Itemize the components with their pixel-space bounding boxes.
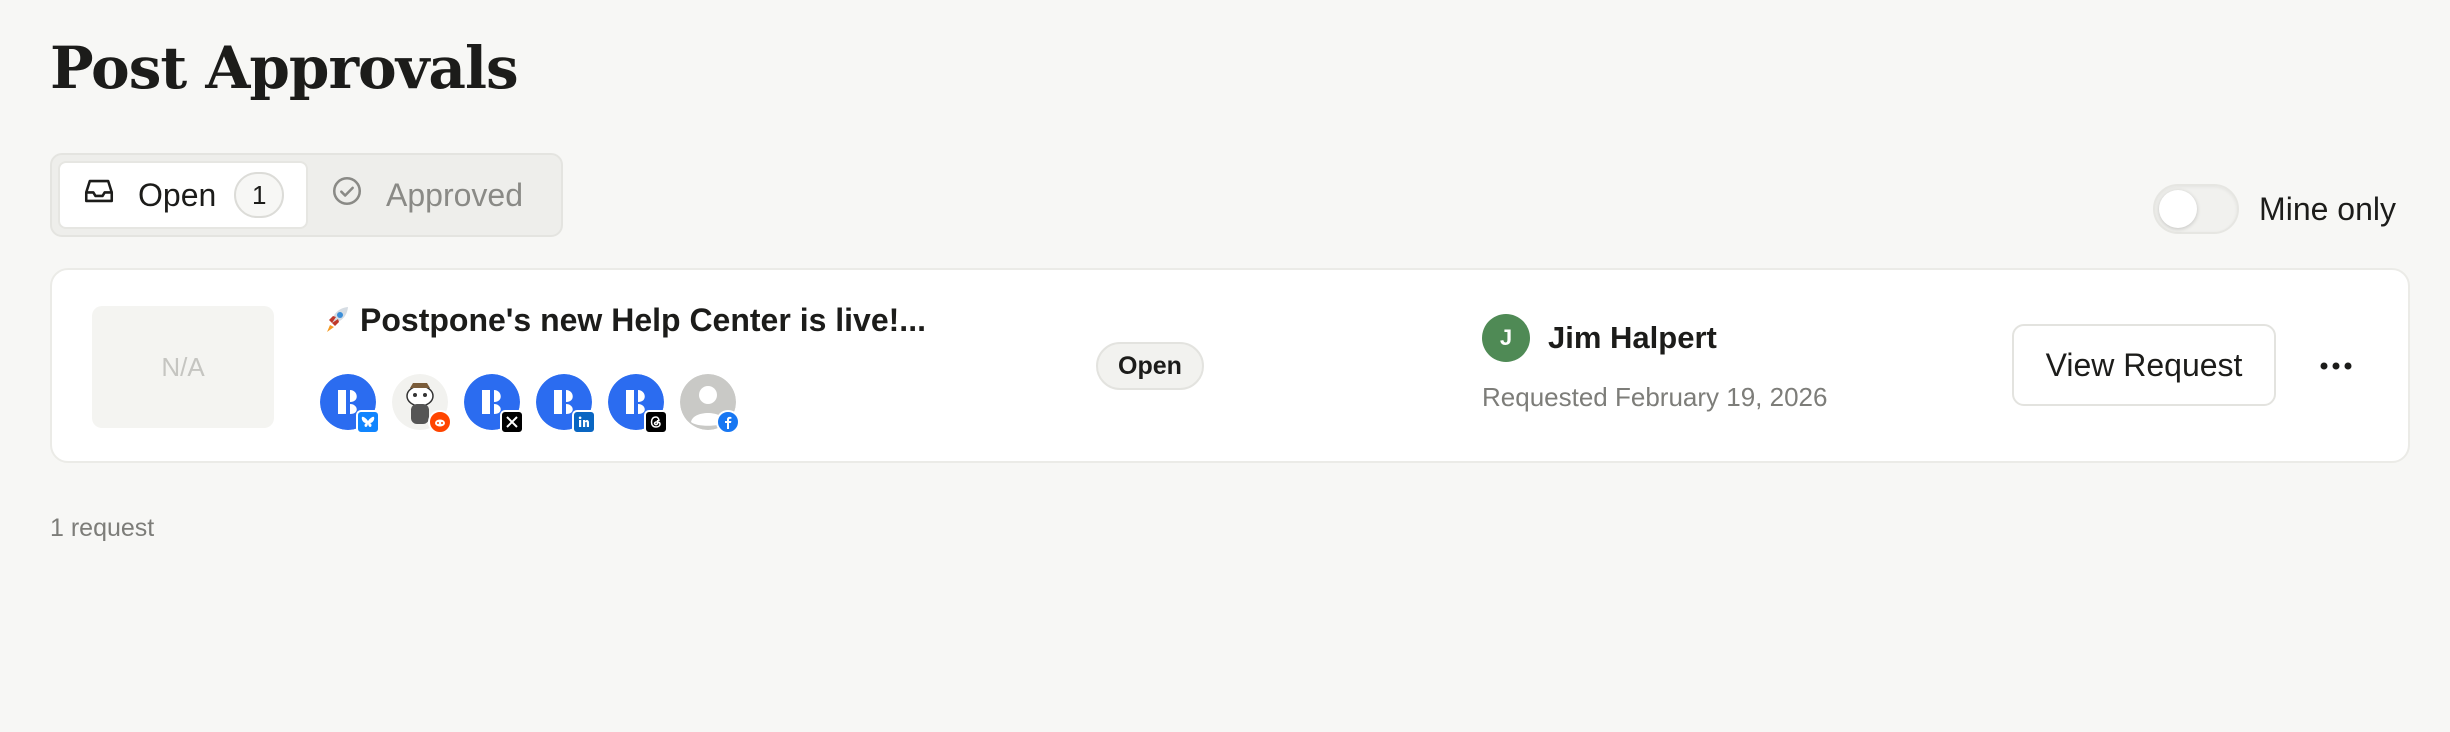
x-icon bbox=[500, 410, 524, 434]
mine-only-filter: Mine only bbox=[2153, 184, 2396, 234]
toggle-knob bbox=[2159, 190, 2198, 228]
mine-only-label: Mine only bbox=[2259, 190, 2396, 227]
account-reddit bbox=[392, 374, 452, 434]
post-title[interactable]: Postpone's new Help Center is live!... bbox=[320, 302, 926, 339]
requester-name: Jim Halpert bbox=[1548, 320, 1717, 355]
requested-date: Requested February 19, 2026 bbox=[1482, 382, 1828, 412]
request-count: 1 request bbox=[50, 514, 155, 542]
post-thumbnail: N/A bbox=[92, 306, 274, 428]
facebook-icon bbox=[716, 410, 740, 434]
linkedin-icon bbox=[572, 410, 596, 434]
post-title-text: Postpone's new Help Center is live!... bbox=[360, 302, 926, 338]
tab-open[interactable]: Open 1 bbox=[58, 161, 308, 229]
rocket-icon bbox=[320, 303, 352, 335]
account-threads bbox=[608, 374, 668, 434]
status-tabs: Open 1 Approved bbox=[50, 153, 563, 237]
requester: J Jim Halpert bbox=[1482, 314, 1717, 362]
view-request-button[interactable]: View Request bbox=[2012, 324, 2276, 406]
approval-request-card[interactable]: N/A Postpone's new Help Center is live!.… bbox=[50, 268, 2410, 463]
mine-only-toggle[interactable] bbox=[2153, 184, 2240, 234]
avatar: J bbox=[1482, 314, 1530, 362]
reddit-icon bbox=[428, 410, 452, 434]
account-x bbox=[464, 374, 524, 434]
threads-icon bbox=[644, 410, 668, 434]
check-circle-icon bbox=[330, 174, 364, 216]
more-options-button[interactable] bbox=[2308, 344, 2364, 388]
account-linkedin bbox=[536, 374, 596, 434]
bluesky-icon bbox=[356, 410, 380, 434]
page-title: Post Approvals bbox=[50, 34, 519, 102]
status-badge: Open bbox=[1096, 342, 1204, 390]
tab-open-count-badge: 1 bbox=[234, 172, 285, 218]
tab-approved[interactable]: Approved bbox=[308, 161, 523, 229]
account-facebook bbox=[680, 374, 740, 434]
social-accounts bbox=[320, 374, 752, 434]
tab-approved-label: Approved bbox=[386, 176, 523, 213]
inbox-icon bbox=[82, 174, 116, 216]
tab-open-label: Open bbox=[138, 176, 217, 213]
more-horizontal-icon bbox=[2320, 357, 2352, 375]
account-bluesky bbox=[320, 374, 380, 434]
